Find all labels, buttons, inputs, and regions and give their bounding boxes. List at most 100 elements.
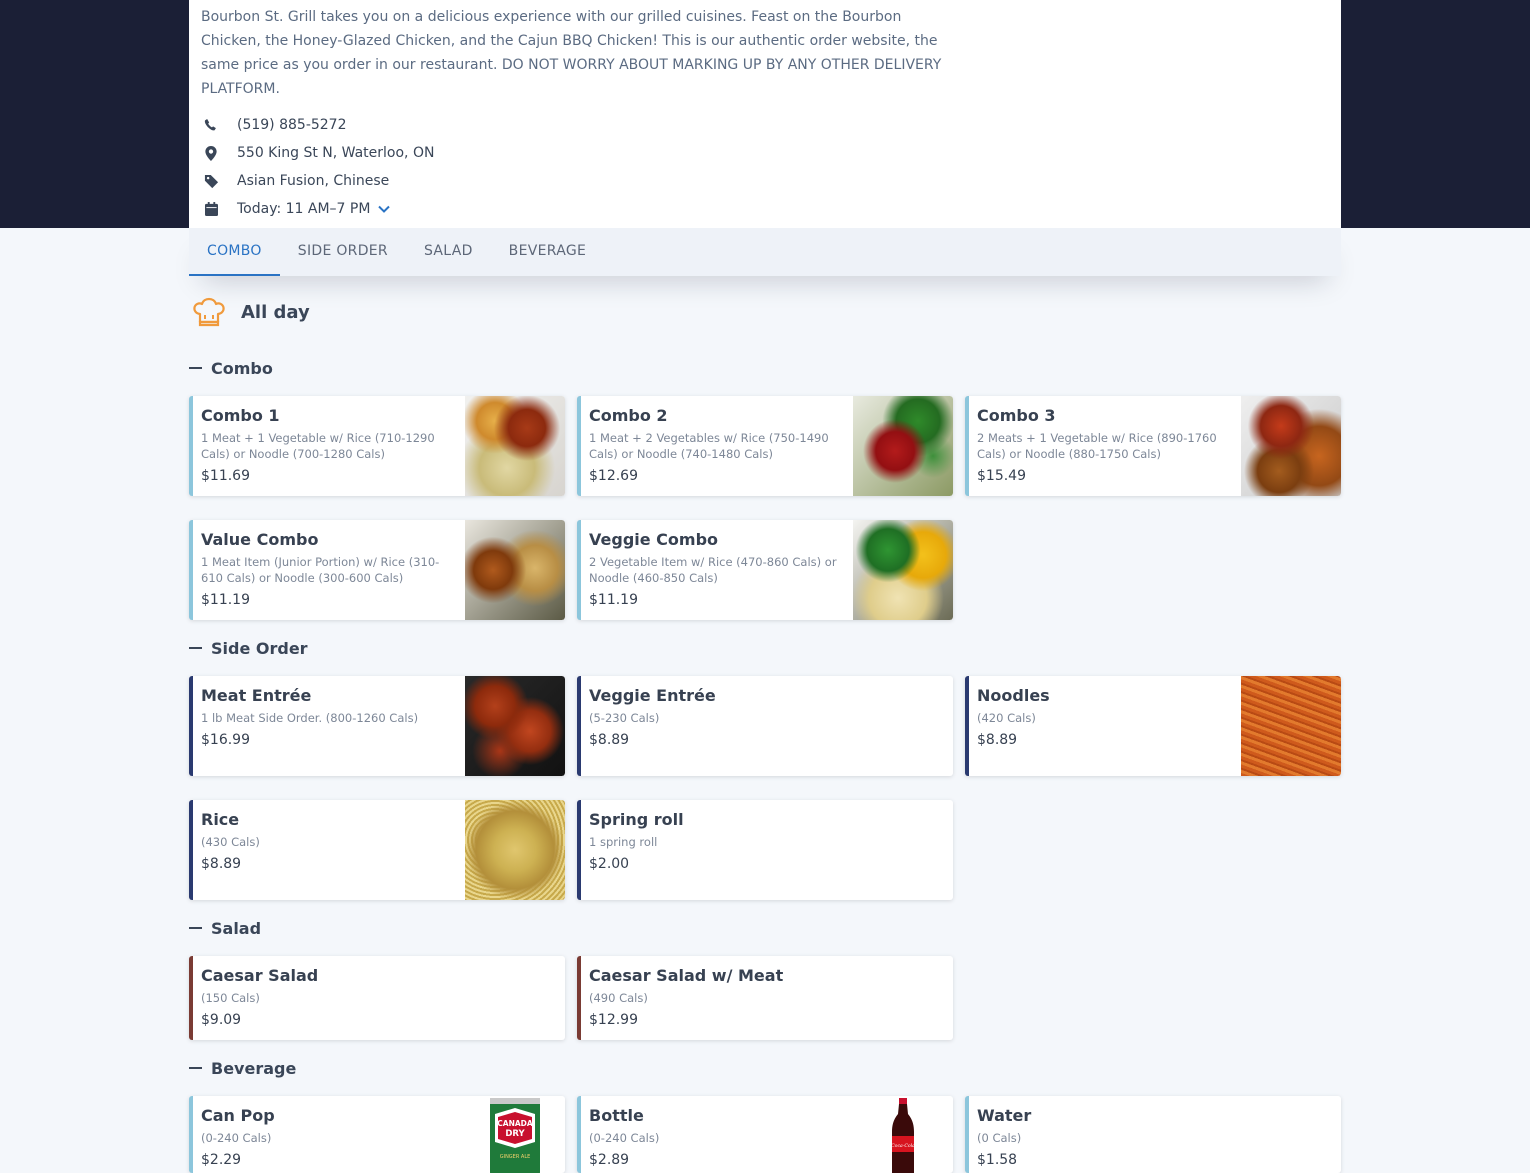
- item-name: Water: [977, 1106, 1032, 1125]
- item-name: Meat Entrée: [201, 686, 312, 705]
- menu-item-card[interactable]: Spring roll 1 spring roll $2.00: [577, 800, 953, 900]
- section-title: Combo: [211, 358, 273, 378]
- map-pin-icon: [201, 143, 221, 163]
- tab-side-order[interactable]: SIDE ORDER: [280, 228, 406, 276]
- restaurant-description: Bourbon St. Grill takes you on a delicio…: [201, 9, 942, 97]
- phone-row[interactable]: (519) 885-5272: [201, 111, 1329, 139]
- phone-number[interactable]: (519) 885-5272: [237, 117, 347, 133]
- soda-bottle-image: Coca-Cola: [891, 1098, 915, 1173]
- calendar-icon: [201, 199, 221, 219]
- menu-item-card[interactable]: Rice (430 Cals) $8.89: [189, 800, 565, 900]
- item-price: $12.99: [589, 1012, 638, 1028]
- hours-text[interactable]: Today: 11 AM–7 PM: [237, 201, 370, 217]
- item-photo: [853, 520, 953, 620]
- card-body: Spring roll 1 spring roll $2.00: [589, 810, 684, 872]
- item-price: $15.49: [977, 468, 1026, 484]
- item-photo: [465, 520, 565, 620]
- menu-item-card[interactable]: Meat Entrée 1 lb Meat Side Order. (800-1…: [189, 676, 565, 776]
- item-description: (0-240 Cals): [201, 1131, 272, 1145]
- menu-item-card[interactable]: Water (0 Cals) $1.58: [965, 1096, 1341, 1173]
- menu-item-card[interactable]: Veggie Entrée (5-230 Cals) $8.89: [577, 676, 953, 776]
- item-price: $2.89: [589, 1152, 630, 1168]
- item-description: 1 Meat + 2 Vegetables w/ Rice (750-1490 …: [589, 431, 829, 461]
- menu-item-card[interactable]: Caesar Salad w/ Meat (490 Cals) $12.99: [577, 956, 953, 1040]
- item-price: $2.00: [589, 856, 630, 872]
- soda-can-image: CANADA DRY GINGER ALE: [490, 1098, 540, 1173]
- section-header-side-order[interactable]: Side Order: [189, 636, 308, 660]
- cuisine-row: Asian Fusion, Chinese: [201, 167, 1329, 195]
- menu-item-card[interactable]: Bottle (0-240 Cals) $2.89 Coca-Cola: [577, 1096, 953, 1173]
- address-text[interactable]: 550 King St N, Waterloo, ON: [237, 145, 434, 161]
- phone-icon: [201, 115, 221, 135]
- restaurant-info-panel: Bourbon St. Grill takes you on a delicio…: [189, 0, 1341, 228]
- card-body: Combo 1 1 Meat + 1 Vegetable w/ Rice (71…: [201, 406, 459, 484]
- item-description: (150 Cals): [201, 991, 260, 1005]
- card-body: Value Combo 1 Meat Item (Junior Portion)…: [201, 530, 459, 608]
- item-description: 1 spring roll: [589, 835, 658, 849]
- item-name: Combo 1: [201, 406, 280, 425]
- section-title: Salad: [211, 918, 262, 938]
- card-body: Can Pop (0-240 Cals) $2.29: [201, 1106, 275, 1168]
- section-header-combo[interactable]: Combo: [189, 356, 273, 380]
- card-body: Combo 2 1 Meat + 2 Vegetables w/ Rice (7…: [589, 406, 847, 484]
- tab-beverage[interactable]: BEVERAGE: [491, 228, 604, 276]
- item-name: Rice: [201, 810, 240, 829]
- menu-item-card[interactable]: Noodles (420 Cals) $8.89: [965, 676, 1341, 776]
- item-description: 2 Vegetable Item w/ Rice (470-860 Cals) …: [589, 555, 837, 585]
- item-photo: [1241, 676, 1341, 776]
- section-title: Side Order: [211, 638, 308, 658]
- card-body: Caesar Salad (150 Cals) $9.09: [201, 966, 318, 1028]
- collapse-icon: [189, 367, 202, 369]
- menu-item-card[interactable]: Veggie Combo 2 Vegetable Item w/ Rice (4…: [577, 520, 953, 620]
- item-photo: [465, 800, 565, 900]
- item-photo: [465, 676, 565, 776]
- section-header-beverage[interactable]: Beverage: [189, 1056, 296, 1080]
- card-body: Combo 3 2 Meats + 1 Vegetable w/ Rice (8…: [977, 406, 1235, 484]
- menu-item-card[interactable]: Combo 1 1 Meat + 1 Vegetable w/ Rice (71…: [189, 396, 565, 496]
- collapse-icon: [189, 927, 202, 929]
- menu-item-card[interactable]: Combo 3 2 Meats + 1 Vegetable w/ Rice (8…: [965, 396, 1341, 496]
- section-header-salad[interactable]: Salad: [189, 916, 261, 940]
- item-photo: Coca-Cola: [853, 1096, 953, 1173]
- item-price: $11.19: [589, 592, 638, 608]
- item-photo: [853, 396, 953, 496]
- item-price: $8.89: [589, 732, 630, 748]
- item-name: Can Pop: [201, 1106, 275, 1125]
- can-logo-line-1: CANADA: [497, 1119, 533, 1128]
- item-price: $16.99: [201, 732, 250, 748]
- card-body: Noodles (420 Cals) $8.89: [977, 686, 1050, 748]
- card-body: Veggie Entrée (5-230 Cals) $8.89: [589, 686, 716, 748]
- item-price: $12.69: [589, 468, 638, 484]
- item-name: Veggie Entrée: [589, 686, 716, 705]
- item-name: Noodles: [977, 686, 1050, 705]
- item-price: $8.89: [977, 732, 1018, 748]
- item-price: $9.09: [201, 1012, 242, 1028]
- tab-combo[interactable]: COMBO: [189, 228, 280, 276]
- card-body: Rice (430 Cals) $8.89: [201, 810, 260, 872]
- item-description: (490 Cals): [589, 991, 648, 1005]
- item-description: 1 Meat + 1 Vegetable w/ Rice (710-1290 C…: [201, 431, 435, 461]
- menu-item-card[interactable]: Caesar Salad (150 Cals) $9.09: [189, 956, 565, 1040]
- can-logo-line-2: DRY: [505, 1129, 525, 1139]
- item-photo: [1241, 396, 1341, 496]
- item-description: (0 Cals): [977, 1131, 1022, 1145]
- menu-item-card[interactable]: Can Pop (0-240 Cals) $2.29 CANADA DRY GI…: [189, 1096, 565, 1173]
- address-row[interactable]: 550 King St N, Waterloo, ON: [201, 139, 1329, 167]
- can-logo-line-3: GINGER ALE: [500, 1154, 531, 1160]
- menu-item-card[interactable]: Value Combo 1 Meat Item (Junior Portion)…: [189, 520, 565, 620]
- item-description: (0-240 Cals): [589, 1131, 660, 1145]
- item-price: $1.58: [977, 1152, 1018, 1168]
- tab-salad[interactable]: SALAD: [406, 228, 491, 276]
- tag-icon: [201, 171, 221, 191]
- item-price: $2.29: [201, 1152, 242, 1168]
- hours-row[interactable]: Today: 11 AM–7 PM: [201, 195, 1329, 223]
- menu-item-card[interactable]: Combo 2 1 Meat + 2 Vegetables w/ Rice (7…: [577, 396, 953, 496]
- cuisine-text: Asian Fusion, Chinese: [237, 173, 390, 189]
- item-photo: [465, 396, 565, 496]
- collapse-icon: [189, 1067, 202, 1069]
- chevron-down-icon[interactable]: [378, 205, 391, 213]
- card-body: Caesar Salad w/ Meat (490 Cals) $12.99: [589, 966, 783, 1028]
- menu-title: All day: [241, 301, 310, 323]
- item-photo: CANADA DRY GINGER ALE: [465, 1096, 565, 1173]
- chef-hat-icon: [189, 292, 229, 332]
